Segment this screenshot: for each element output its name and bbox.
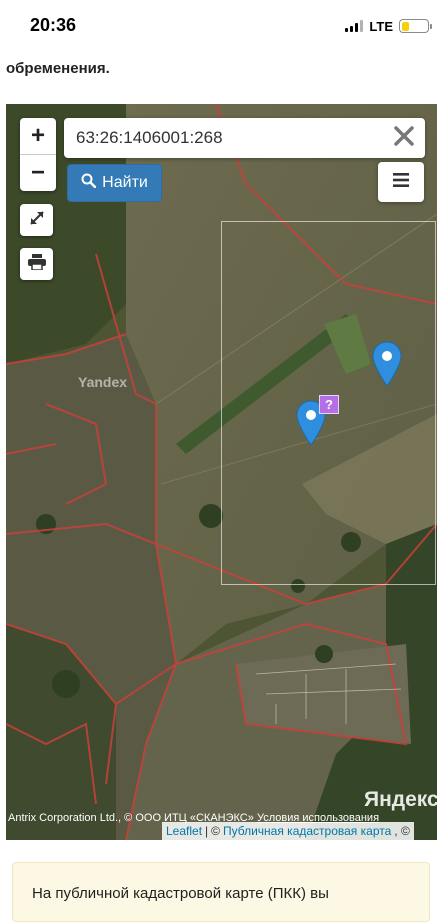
- cadastral-number-input[interactable]: [64, 118, 384, 158]
- signal-icon: [345, 20, 364, 32]
- leaflet-attribution: Leaflet | © Публичная кадастровая карта …: [162, 822, 414, 840]
- close-icon: [393, 125, 415, 152]
- info-text: На публичной кадастровой карте (ПКК) вы: [32, 885, 329, 902]
- status-time: 20:36: [30, 15, 77, 35]
- find-button-label: Найти: [102, 174, 148, 191]
- network-type: LTE: [369, 18, 393, 34]
- battery-icon: [399, 19, 432, 33]
- print-button[interactable]: [20, 248, 53, 280]
- battery-level: [401, 21, 409, 31]
- unknown-object-marker[interactable]: ?: [319, 395, 339, 414]
- attribution-copyright: ©: [211, 824, 220, 838]
- zoom-in-button[interactable]: +: [20, 118, 56, 154]
- status-indicators: LTE: [345, 16, 432, 36]
- map-pin-icon[interactable]: [372, 341, 402, 387]
- fullscreen-button[interactable]: [20, 204, 53, 236]
- find-button[interactable]: Найти: [67, 164, 162, 202]
- article-heading: обременения.: [6, 60, 110, 77]
- pkk-link[interactable]: Публичная кадастровая карта: [223, 824, 391, 838]
- search-icon: [81, 173, 97, 193]
- menu-button[interactable]: [378, 162, 424, 202]
- print-icon: [27, 253, 46, 275]
- zoom-control: + −: [20, 118, 56, 191]
- leaflet-link[interactable]: Leaflet: [166, 824, 202, 838]
- info-block: На публичной кадастровой карте (ПКК) вы: [12, 862, 430, 922]
- yandex-logo: Яндекс: [364, 788, 437, 811]
- clear-search-button[interactable]: [389, 123, 419, 153]
- search-box: [64, 118, 425, 158]
- menu-icon: [393, 172, 409, 192]
- map-watermark: Yandex: [78, 374, 128, 390]
- status-bar: 20:36 LTE: [0, 0, 443, 46]
- attribution-separator: |: [205, 824, 209, 838]
- zoom-out-button[interactable]: −: [20, 154, 56, 190]
- attribution-copyright-tail: , ©: [394, 824, 410, 838]
- fullscreen-icon: [28, 209, 46, 232]
- cadastral-map[interactable]: Yandex + − 63:26:1406001:268 Найти ? Янд…: [6, 104, 437, 840]
